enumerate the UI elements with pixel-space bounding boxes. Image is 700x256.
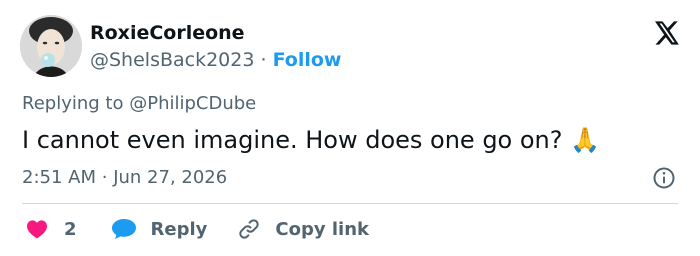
user-block: RoxieCorleone @ShelsBack2023 · Follow <box>90 21 342 72</box>
user-handle[interactable]: @ShelsBack2023 <box>90 49 254 71</box>
reply-button[interactable]: Reply <box>111 218 208 240</box>
pray-emoji: 🙏 <box>570 126 601 154</box>
copy-link-button[interactable]: Copy link <box>237 217 369 241</box>
like-button[interactable]: 2 <box>26 219 77 240</box>
action-bar: 2 Reply Copy link <box>26 216 369 242</box>
tweet-header: RoxieCorleone @ShelsBack2023 · Follow <box>20 15 680 77</box>
display-name[interactable]: RoxieCorleone <box>90 21 342 45</box>
info-icon[interactable] <box>652 166 676 190</box>
x-logo-icon[interactable] <box>652 19 680 47</box>
tweet-timestamp[interactable]: 2:51 AM · Jun 27, 2026 <box>22 166 227 190</box>
replying-prefix: Replying to <box>22 93 124 114</box>
tweet-text: I cannot even imagine. How does one go o… <box>22 124 600 156</box>
handle-row: @ShelsBack2023 · Follow <box>90 48 342 72</box>
follow-button[interactable]: Follow <box>273 49 342 71</box>
heart-icon <box>27 220 47 239</box>
replying-to-handle[interactable]: @PhilipCDube <box>129 93 256 114</box>
like-count: 2 <box>64 218 77 240</box>
handle-separator: · <box>260 49 267 71</box>
avatar[interactable] <box>20 15 82 77</box>
reply-bubble-icon <box>111 219 136 239</box>
divider <box>22 203 678 204</box>
avatar-photo <box>20 15 82 77</box>
link-icon <box>239 219 260 239</box>
tweet-body: I cannot even imagine. How does one go o… <box>22 126 563 154</box>
copy-link-label: Copy link <box>275 218 369 240</box>
tweet-time: 2:51 AM <box>22 167 96 188</box>
reply-label: Reply <box>150 218 208 240</box>
replying-to-line: Replying to @PhilipCDube <box>22 92 256 116</box>
timestamp-separator: · <box>101 167 108 188</box>
tweet-date: Jun 27, 2026 <box>113 167 228 188</box>
